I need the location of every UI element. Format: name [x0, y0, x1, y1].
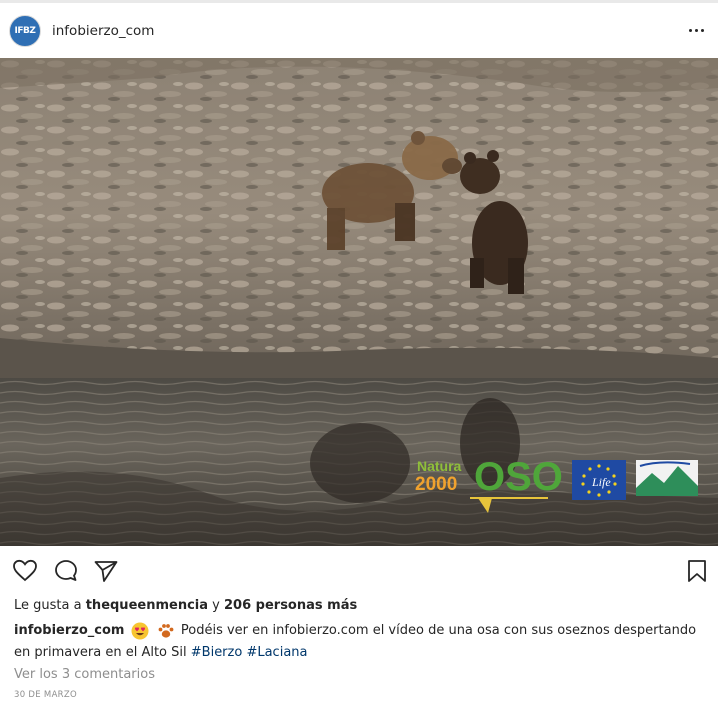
post-media[interactable]: Natura 2000 OSO Life	[0, 58, 718, 546]
avatar[interactable]: IFBZ	[9, 15, 41, 47]
post-date: 30 DE MARZO	[14, 690, 78, 700]
likes-others[interactable]: 206 personas más	[224, 598, 357, 613]
red-natura-logo	[636, 460, 698, 496]
heart-eyes-emoji	[131, 622, 149, 639]
comment-icon[interactable]	[53, 558, 79, 584]
paw-emoji	[158, 623, 174, 638]
post-actions	[0, 554, 718, 588]
bookmark-icon[interactable]	[684, 558, 710, 584]
liked-by-user[interactable]: thequeenmencia	[86, 598, 208, 613]
view-comments-link[interactable]: Ver los 3 comentarios	[14, 667, 155, 682]
caption-username[interactable]: infobierzo_com	[14, 623, 124, 638]
svg-text:Life: Life	[591, 475, 611, 489]
avatar-text: IFBZ	[14, 26, 36, 36]
likes-summary: Le gusta a thequeenmencia y 206 personas…	[14, 598, 357, 613]
likes-connector: y	[212, 598, 220, 613]
post-username[interactable]: infobierzo_com	[52, 23, 154, 39]
svg-text:OSO: OSO	[474, 455, 563, 499]
likes-prefix: Le gusta a	[14, 598, 82, 613]
natura-2000-logo: Natura 2000	[415, 458, 462, 495]
share-icon[interactable]	[93, 558, 119, 584]
post-caption: infobierzo_com Podéis ver en infobierzo.…	[14, 620, 704, 664]
post-header: IFBZ infobierzo_com	[0, 3, 718, 58]
svg-text:2000: 2000	[415, 474, 457, 495]
hashtag-bierzo[interactable]: #Bierzo	[191, 645, 243, 660]
bear-photo: Natura 2000 OSO Life	[0, 58, 718, 546]
more-options-icon[interactable]	[686, 20, 706, 40]
svg-text:Natura: Natura	[417, 458, 462, 474]
heart-icon[interactable]	[12, 558, 38, 584]
eu-life-logo: Life	[572, 460, 626, 500]
hashtag-laciana[interactable]: #Laciana	[246, 645, 307, 660]
